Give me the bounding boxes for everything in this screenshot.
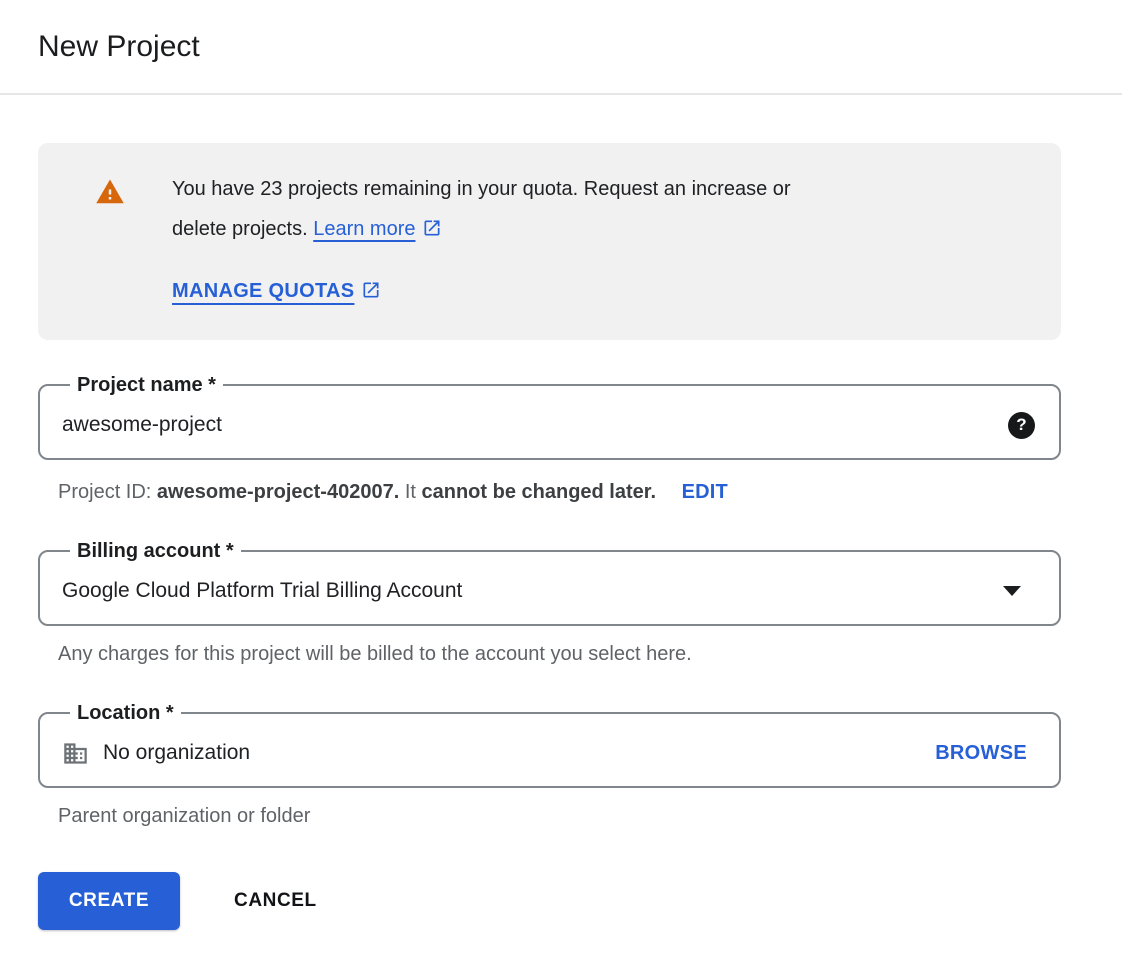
billing-account-label: Billing account * bbox=[70, 540, 241, 562]
edit-project-id-link[interactable]: EDIT bbox=[682, 481, 728, 503]
open-in-new-icon bbox=[361, 280, 381, 306]
quota-message-line1: You have 23 projects remaining in your q… bbox=[172, 178, 791, 200]
project-id-helper: Project ID: awesome-project-402007. It c… bbox=[58, 478, 1061, 506]
action-buttons-row: CREATE CANCEL bbox=[38, 872, 1061, 930]
quota-warning-banner: You have 23 projects remaining in your q… bbox=[38, 143, 1061, 340]
create-button[interactable]: CREATE bbox=[38, 872, 180, 930]
cancel-button[interactable]: CANCEL bbox=[228, 889, 323, 913]
location-label: Location * bbox=[70, 702, 181, 724]
organization-icon bbox=[62, 740, 89, 767]
page-header: New Project bbox=[0, 0, 1122, 95]
project-id-warning: cannot be changed later. bbox=[422, 481, 657, 503]
location-field-body: No organization BROWSE bbox=[62, 724, 1035, 782]
warning-triangle-icon bbox=[95, 194, 125, 211]
project-id-mid: It bbox=[399, 481, 421, 503]
open-in-new-icon bbox=[422, 212, 442, 252]
project-id-prefix: Project ID: bbox=[58, 481, 157, 503]
billing-account-select[interactable]: Google Cloud Platform Trial Billing Acco… bbox=[62, 562, 1035, 620]
learn-more-label: Learn more bbox=[313, 218, 415, 240]
project-id-value: awesome-project-402007. bbox=[157, 481, 399, 503]
manage-quotas-link[interactable]: MANAGE QUOTAS bbox=[172, 280, 381, 306]
project-name-field-body bbox=[62, 396, 1035, 454]
arrow-drop-down-icon[interactable] bbox=[1003, 586, 1021, 596]
manage-quotas-label: MANAGE QUOTAS bbox=[172, 280, 354, 302]
banner-text-column: You have 23 projects remaining in your q… bbox=[172, 169, 1061, 306]
location-value: No organization bbox=[103, 741, 250, 765]
location-field: Location * No organization BROWSE bbox=[38, 702, 1061, 788]
browse-button[interactable]: BROWSE bbox=[935, 742, 1027, 765]
quota-message-line2: delete projects. bbox=[172, 218, 308, 240]
billing-helper-text: Any charges for this project will be bil… bbox=[58, 640, 1061, 668]
new-project-form: You have 23 projects remaining in your q… bbox=[38, 143, 1061, 930]
billing-account-value: Google Cloud Platform Trial Billing Acco… bbox=[62, 579, 462, 603]
project-name-label: Project name * bbox=[70, 374, 223, 396]
project-name-field: Project name * bbox=[38, 374, 1061, 460]
help-icon[interactable] bbox=[1008, 412, 1035, 439]
learn-more-link[interactable]: Learn more bbox=[313, 218, 442, 240]
billing-account-field: Billing account * Google Cloud Platform … bbox=[38, 540, 1061, 626]
banner-icon-column bbox=[38, 169, 172, 306]
project-name-input[interactable] bbox=[62, 413, 1008, 437]
location-helper-text: Parent organization or folder bbox=[58, 802, 1061, 830]
page-title: New Project bbox=[38, 30, 200, 64]
quota-message: You have 23 projects remaining in your q… bbox=[172, 169, 1021, 252]
